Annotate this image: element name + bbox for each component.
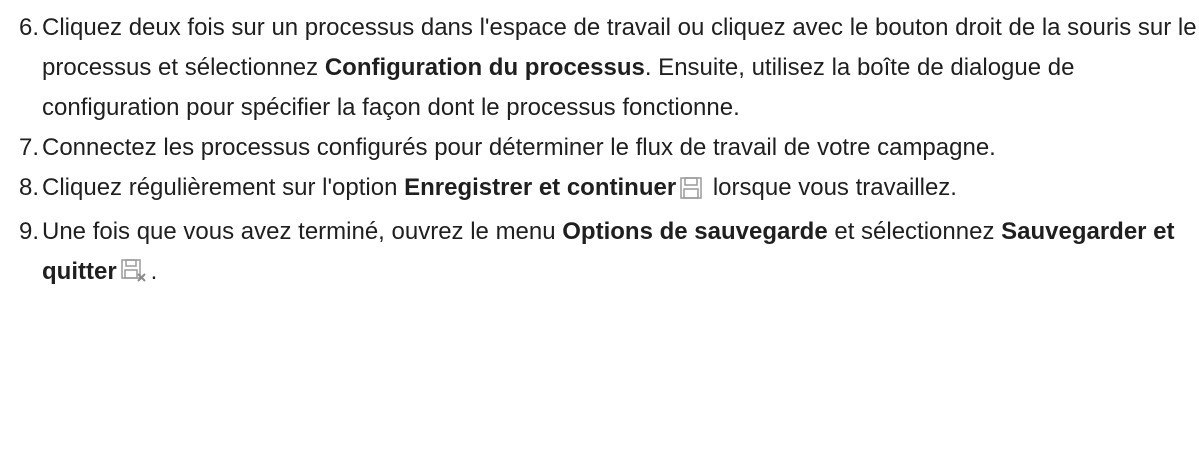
list-item: 6. Cliquez deux fois sur un processus da… [0,8,1199,128]
step-text: Connectez les processus configurés pour … [42,134,996,161]
document: 6. Cliquez deux fois sur un processus da… [0,0,1199,475]
step-text: Cliquez régulièrement sur l'option [42,174,405,201]
step-text: . [150,258,158,285]
step-bold-term: Options de sauvegarde [562,218,828,245]
step-bold-term: Configuration du processus [324,54,645,81]
step-text: lorsque vous travaillez. [706,174,957,201]
list-item: 7. Connectez les processus configurés po… [0,128,1199,168]
step-number: 9. [19,218,40,245]
save-and-exit-icon [120,256,147,296]
list-item: 8. Cliquez régulièrement sur l'option En… [0,168,1199,212]
step-bold-term: Enregistrer et continuer [404,174,677,201]
step-number: 8. [19,174,40,201]
step-text: et sélectionnez [827,218,1002,245]
save-icon [680,172,702,212]
step-number: 6. [19,14,40,41]
step-text: Une fois que vous avez terminé, ouvrez l… [42,218,563,245]
step-number: 7. [19,134,40,161]
list-item: 9. Une fois que vous avez terminé, ouvre… [0,212,1199,296]
steps-list: 6. Cliquez deux fois sur un processus da… [0,8,1199,296]
